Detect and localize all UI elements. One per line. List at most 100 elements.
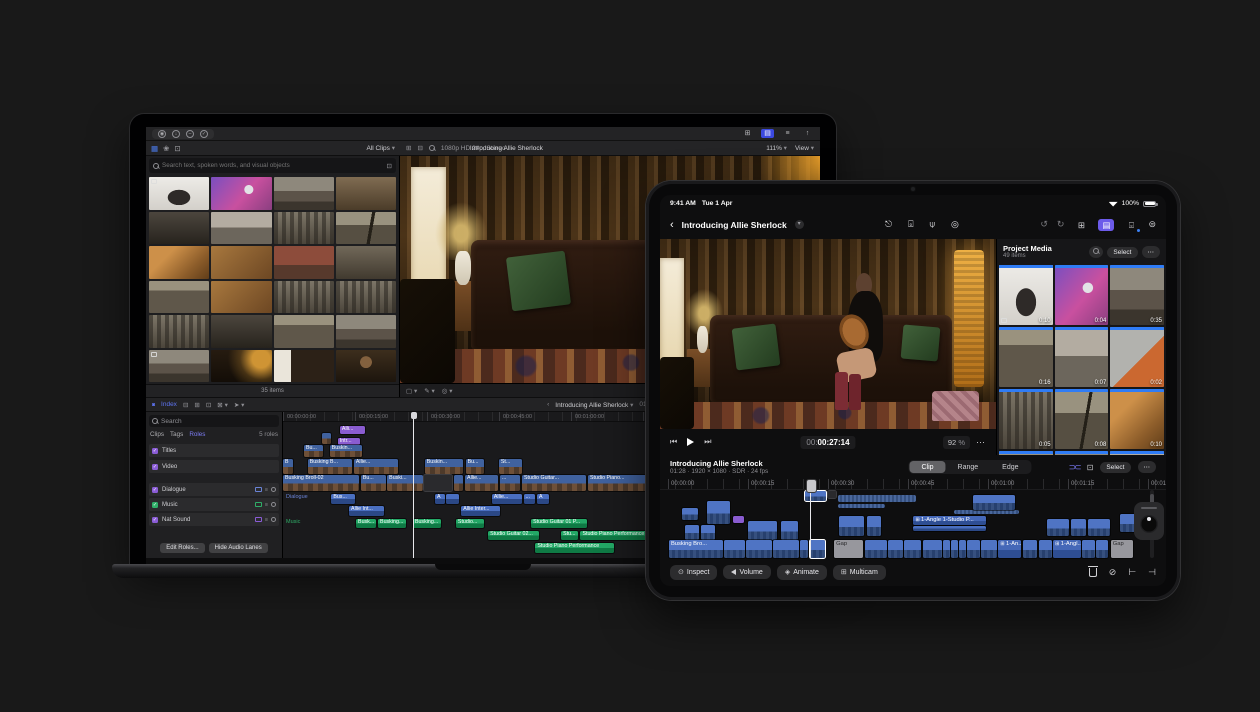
timeline-clip[interactable]: Bu... bbox=[361, 475, 386, 491]
duration-slider-icon[interactable]: ⊟ bbox=[417, 144, 422, 152]
magnetic-timeline-icon[interactable]: ⊃⊂ bbox=[1069, 462, 1080, 473]
focus-role-icon[interactable] bbox=[271, 502, 276, 507]
viewer-options-icon[interactable]: ⊞ bbox=[1073, 219, 1089, 231]
title-chevron-icon[interactable]: ▾ bbox=[795, 220, 804, 229]
tool-select-dropdown[interactable]: ➤ ▾ bbox=[234, 401, 245, 409]
clip-thumbnail[interactable] bbox=[149, 350, 209, 383]
mode-clip[interactable]: Clip bbox=[909, 461, 945, 473]
clip-thumbnail[interactable] bbox=[211, 315, 271, 348]
timeline-clip[interactable]: Allie Inter... bbox=[461, 506, 500, 516]
filmstrip-view-icon[interactable]: ▤ bbox=[761, 129, 774, 138]
timeline-clip[interactable] bbox=[1023, 540, 1037, 558]
viewer-fit-tool-icon[interactable]: ▢ ▾ bbox=[406, 387, 417, 395]
key-icon[interactable]: – bbox=[186, 130, 194, 138]
timeline-clip[interactable] bbox=[424, 475, 452, 491]
role-checkbox[interactable]: ✓ bbox=[152, 448, 158, 454]
timeline-clip[interactable] bbox=[707, 501, 731, 524]
clip-thumbnail[interactable] bbox=[274, 246, 334, 279]
timeline-clip[interactable] bbox=[923, 540, 942, 558]
viewer-draw-tool-icon[interactable]: ✎ ▾ bbox=[424, 387, 435, 395]
overwrite-icon[interactable]: ⊣ bbox=[1148, 567, 1156, 578]
timeline-clip[interactable] bbox=[1088, 519, 1110, 537]
role-checkbox[interactable]: ✓ bbox=[152, 487, 158, 493]
timeline-clip[interactable] bbox=[724, 540, 745, 558]
timeline-clip[interactable] bbox=[810, 540, 825, 558]
clip-thumbnail[interactable] bbox=[336, 212, 396, 245]
append-edit-icon[interactable]: ⊡ bbox=[206, 401, 211, 409]
audio-lanes-icon[interactable]: ≡ bbox=[265, 502, 268, 508]
timeline-clip[interactable]: Alli... bbox=[340, 426, 365, 434]
clip-thumbnail[interactable]: 0:05 bbox=[999, 389, 1053, 449]
disable-clip-icon[interactable]: ⊘ bbox=[1109, 567, 1117, 578]
timeline-clip[interactable] bbox=[838, 504, 885, 508]
clip-thumbnail[interactable]: 0:07 bbox=[1055, 327, 1109, 387]
index-tab-tags[interactable]: Tags bbox=[170, 431, 183, 438]
clip-thumbnail[interactable] bbox=[211, 350, 271, 383]
focus-role-icon[interactable] bbox=[271, 487, 276, 492]
clip-thumbnail[interactable] bbox=[149, 212, 209, 245]
timeline-clip[interactable]: B bbox=[283, 459, 293, 474]
clip-thumbnail[interactable] bbox=[211, 177, 271, 210]
index-button[interactable]: Index bbox=[161, 401, 177, 408]
filter-window-icon[interactable]: ⊡ bbox=[387, 162, 392, 170]
timeline-clip[interactable]: ... bbox=[524, 494, 536, 504]
timeline-clip[interactable] bbox=[838, 495, 916, 501]
timeline-clip[interactable]: Allie... bbox=[465, 475, 498, 491]
skip-forward-icon[interactable]: ⏭ bbox=[704, 437, 711, 447]
media-more-button[interactable]: ⋯ bbox=[1142, 246, 1161, 258]
overwrite-edit-icon[interactable]: ⊠ ▾ bbox=[217, 401, 228, 409]
timeline-clip[interactable]: St... bbox=[499, 459, 523, 474]
timeline-clip[interactable] bbox=[322, 433, 332, 444]
timeline-clip[interactable]: Studio Guitar 02... bbox=[488, 531, 538, 541]
hide-audio-lanes-button[interactable]: Hide Audio Lanes bbox=[209, 543, 268, 553]
role-checkbox[interactable]: ✓ bbox=[152, 502, 158, 508]
timeline-clip[interactable]: Studio Piano Performance bbox=[535, 543, 613, 553]
role-row[interactable]: ✓Titles bbox=[149, 444, 279, 457]
index-tab-clips[interactable]: Clips bbox=[150, 431, 164, 438]
timeline-clip[interactable]: Studio Piano... bbox=[588, 475, 648, 491]
multicam-button[interactable]: ⊞Multicam bbox=[833, 565, 886, 580]
viewer-zoom-value[interactable]: 92 % bbox=[943, 436, 970, 449]
clip-thumbnail[interactable] bbox=[149, 315, 209, 348]
timeline-clip[interactable] bbox=[800, 540, 808, 558]
role-checkbox[interactable]: ✓ bbox=[152, 517, 158, 523]
timeline-clip[interactable]: Busking... bbox=[413, 519, 441, 529]
volume-button[interactable]: Volume bbox=[723, 565, 770, 579]
viewer-view-dropdown[interactable]: View ▾ bbox=[795, 144, 814, 152]
clip-thumbnail[interactable] bbox=[211, 212, 271, 245]
overwrite-mode-icon[interactable]: ⊡ bbox=[1087, 463, 1094, 472]
role-color-badge-icon[interactable] bbox=[255, 517, 262, 522]
clip-thumbnail[interactable] bbox=[274, 212, 334, 245]
timeline-clip[interactable] bbox=[1039, 540, 1052, 558]
redo-icon[interactable]: ↻ bbox=[1057, 219, 1065, 230]
clip-thumbnail[interactable] bbox=[149, 246, 209, 279]
timeline-project-title[interactable]: Introducing Allie Sherlock ▾ bbox=[555, 401, 633, 409]
timeline-clip[interactable]: Buskin... bbox=[425, 459, 464, 474]
timeline-clip[interactable] bbox=[888, 540, 902, 558]
clip-thumbnail[interactable]: 0:02 bbox=[1110, 327, 1164, 387]
timeline-clip[interactable]: 1-An... bbox=[998, 540, 1021, 558]
record-icon[interactable]: ◎ bbox=[951, 219, 959, 230]
browser-search-input[interactable] bbox=[162, 162, 362, 169]
timeline-clip[interactable] bbox=[981, 540, 997, 558]
multicam-camera-icon[interactable]: ⌻ bbox=[1123, 219, 1139, 231]
viewer-zoom-dropdown[interactable]: 111% ▾ bbox=[766, 144, 787, 152]
mic-icon[interactable]: ⍦ bbox=[930, 219, 935, 230]
clip-thumbnail[interactable] bbox=[336, 177, 396, 210]
clip-thumbnail[interactable] bbox=[336, 246, 396, 279]
timeline-clip[interactable]: Bus... bbox=[331, 494, 355, 504]
timeline-clip[interactable]: Busking... bbox=[378, 519, 406, 529]
timeline-clip[interactable]: Allie... bbox=[492, 494, 522, 504]
timeline-clip[interactable] bbox=[701, 525, 715, 540]
timeline-clip[interactable] bbox=[951, 540, 958, 558]
clip-thumbnail[interactable]: 0:10 bbox=[1110, 389, 1164, 449]
role-color-badge-icon[interactable] bbox=[255, 487, 262, 492]
timeline-clip[interactable]: Studio... bbox=[456, 519, 484, 529]
connect-edit-icon[interactable]: ⊟ bbox=[183, 401, 188, 409]
timeline-clip[interactable]: ... bbox=[500, 475, 520, 491]
viewer-effects-tool-icon[interactable]: ◎ ▾ bbox=[442, 387, 453, 395]
index-search-bar[interactable]: Search bbox=[149, 415, 279, 427]
timeline-clip[interactable] bbox=[781, 521, 798, 540]
timeline-clip[interactable]: Busking Bro... bbox=[669, 540, 723, 558]
list-view-icon[interactable]: ≡ bbox=[781, 129, 794, 138]
